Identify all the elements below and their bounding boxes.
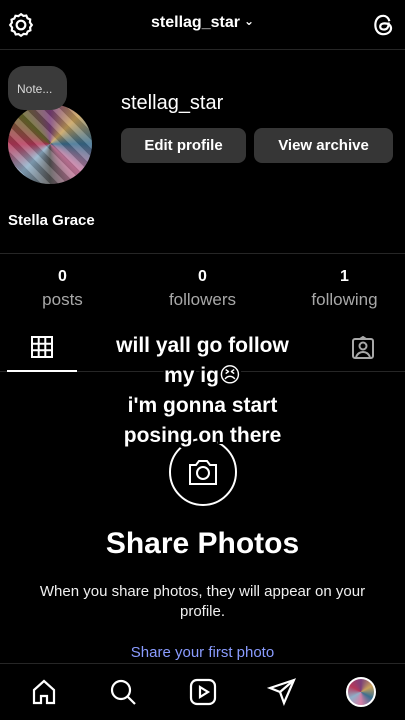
threads-icon[interactable] <box>371 12 397 38</box>
view-archive-button[interactable]: View archive <box>254 128 393 163</box>
header-username: stellag_star <box>151 14 240 31</box>
empty-state-description: When you share photos, they will appear … <box>39 583 366 620</box>
caption-line: posing on there <box>123 424 282 447</box>
following-label: following <box>311 290 378 309</box>
send-icon[interactable] <box>267 677 297 707</box>
posts-label: posts <box>42 290 83 309</box>
profile-username: stellag_star <box>121 92 224 114</box>
profile-avatar[interactable] <box>8 104 92 184</box>
stat-following[interactable]: 1 following <box>277 268 405 310</box>
top-bar: stellag_star ⌄ <box>0 0 405 50</box>
edit-profile-button[interactable]: Edit profile <box>121 128 246 163</box>
bottom-navigation <box>0 663 405 720</box>
caption-line: i'm gonna start <box>127 394 278 417</box>
profile-stats: 0 posts 0 followers 1 following <box>0 253 405 315</box>
empty-state-title: Share Photos <box>105 527 300 560</box>
share-first-photo-link[interactable]: Share your first photo <box>0 644 405 661</box>
camera-icon <box>189 460 217 485</box>
following-count: 1 <box>340 268 349 285</box>
stat-followers[interactable]: 0 followers <box>135 268 270 310</box>
followers-label: followers <box>168 290 237 309</box>
profile-avatar-nav[interactable] <box>346 677 376 707</box>
caption-line: my ig😣 <box>164 364 241 387</box>
home-icon[interactable] <box>29 677 59 707</box>
followers-count: 0 <box>198 268 207 285</box>
display-name: Stella Grace <box>8 212 95 229</box>
note-bubble[interactable]: Note... <box>8 66 67 110</box>
stat-posts[interactable]: 0 posts <box>0 268 130 310</box>
account-switcher[interactable]: stellag_star ⌄ <box>0 14 405 32</box>
caption-overlay: will yall go follow my ig😣 i'm gonna sta… <box>0 331 405 451</box>
caption-line: will yall go follow <box>116 334 289 357</box>
search-icon[interactable] <box>108 677 138 707</box>
chevron-down-icon: ⌄ <box>243 14 254 28</box>
posts-count: 0 <box>58 268 67 285</box>
reels-icon[interactable] <box>188 677 218 707</box>
